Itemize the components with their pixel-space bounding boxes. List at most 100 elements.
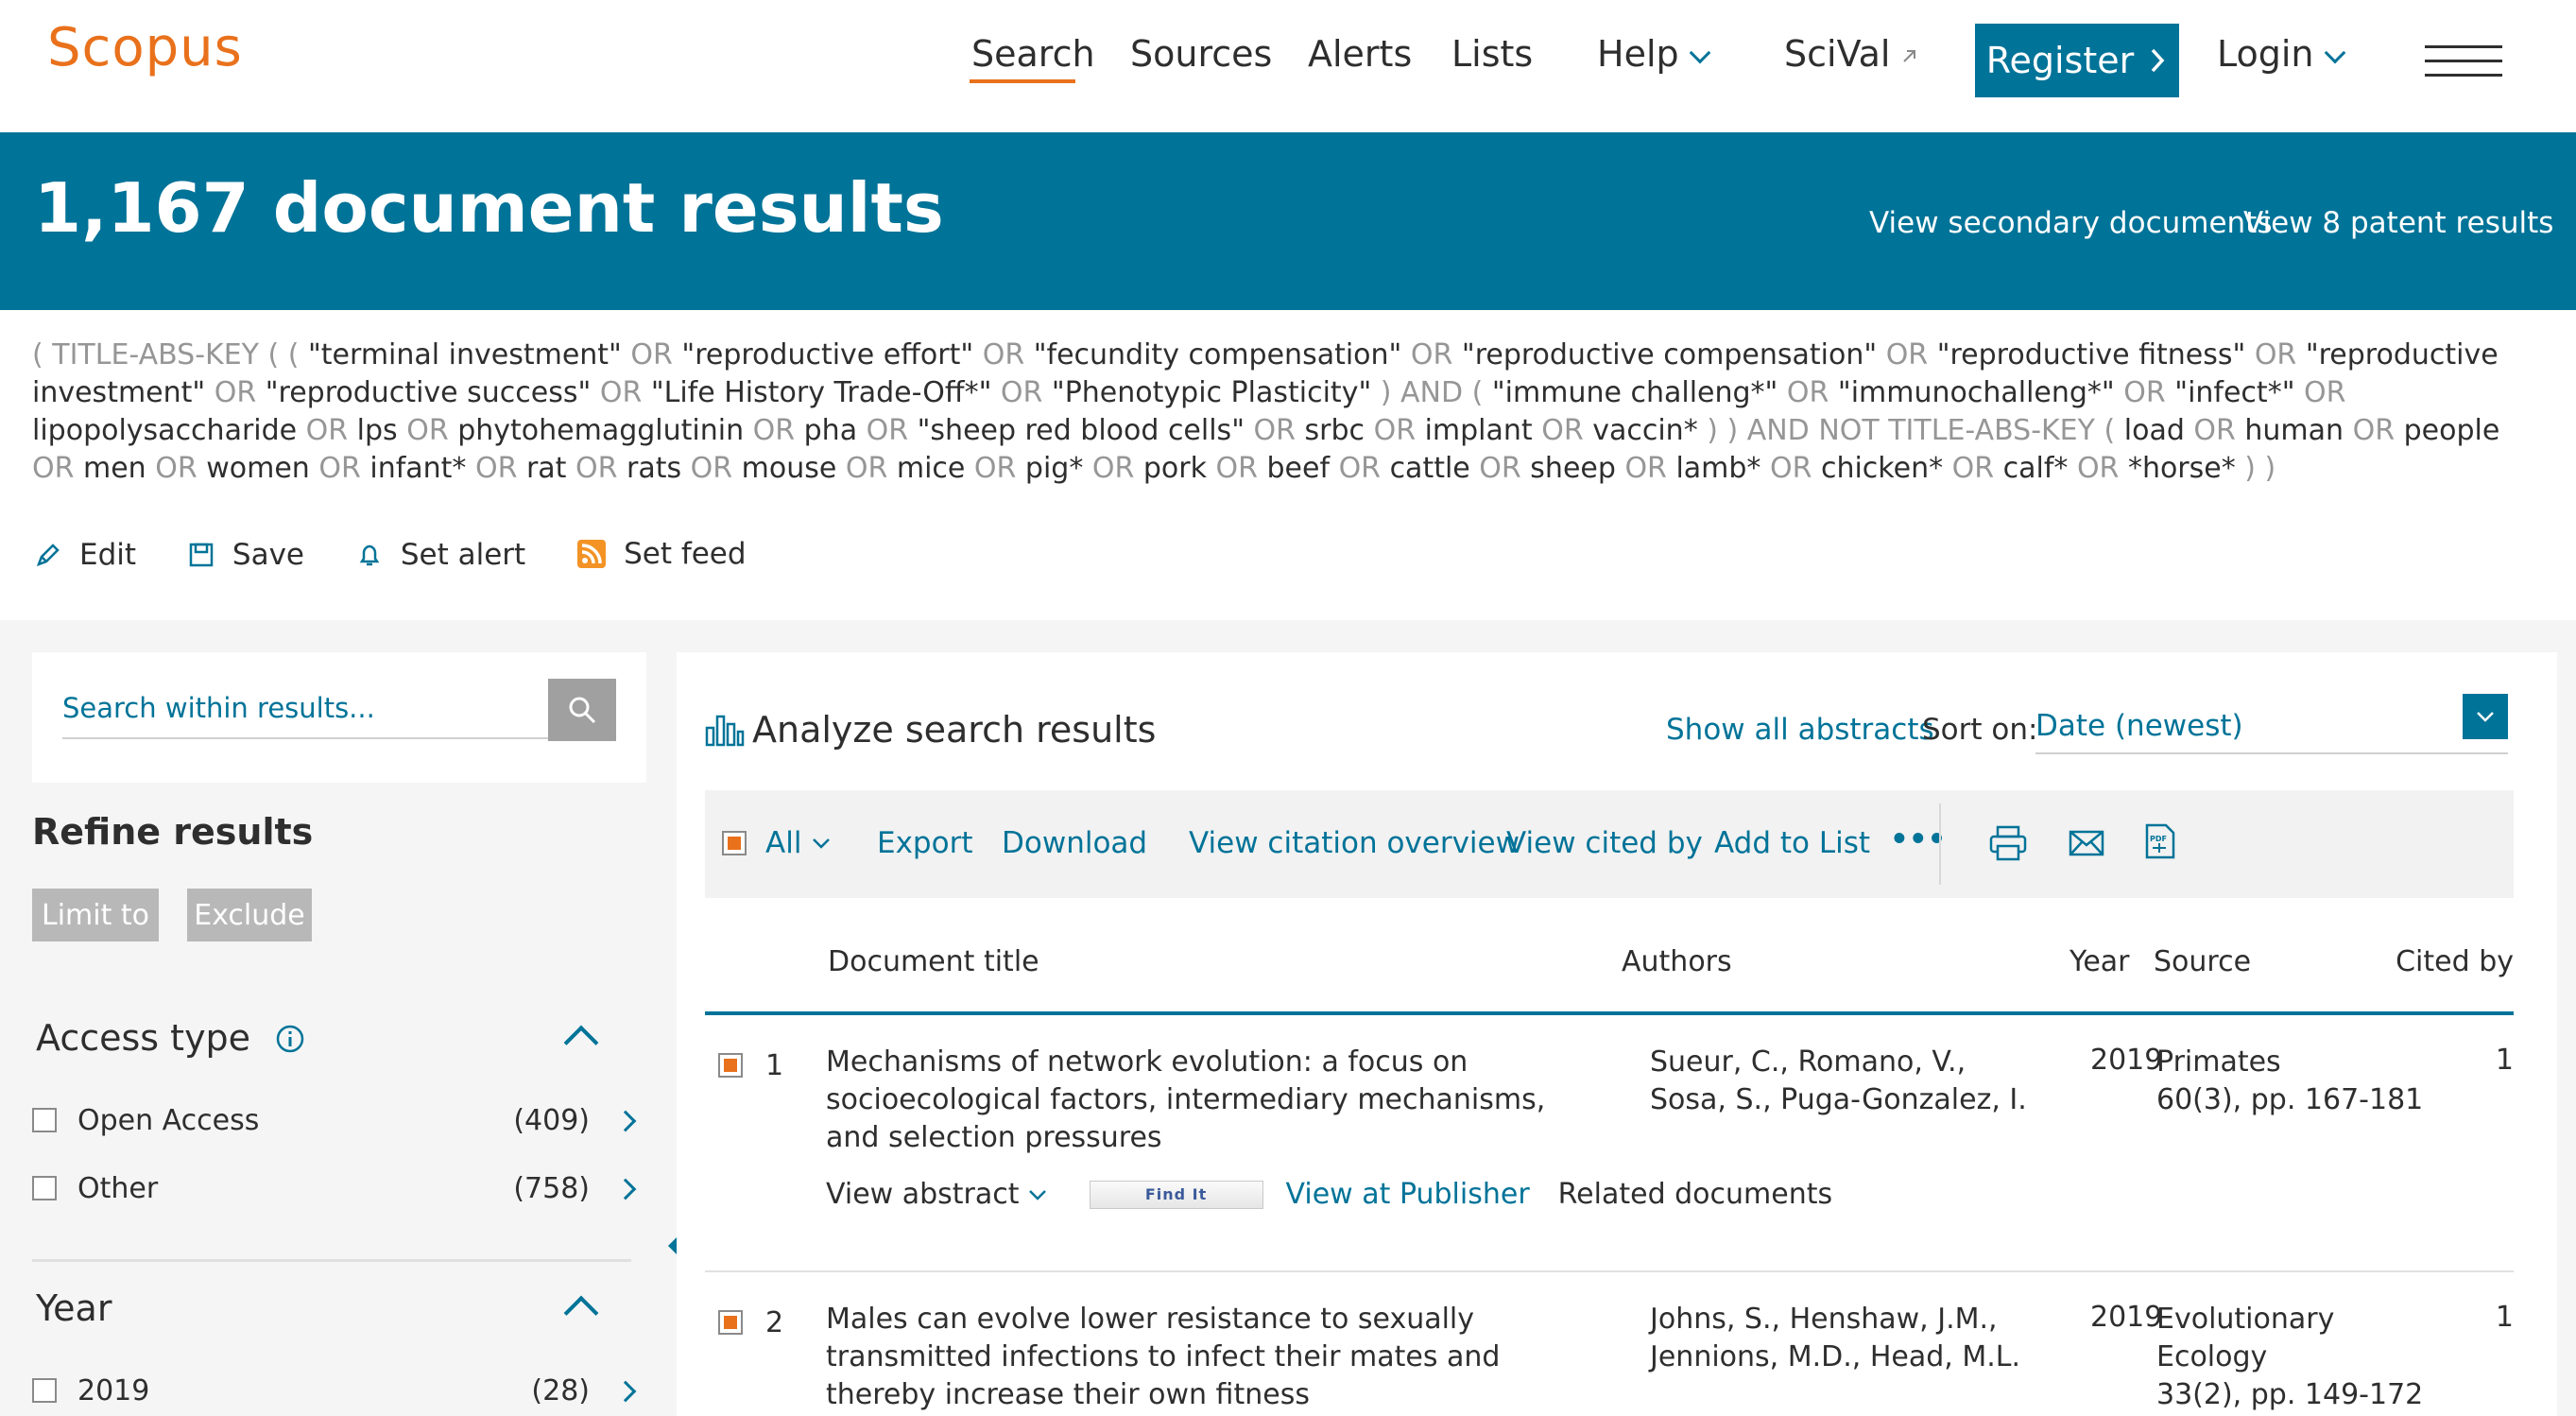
view-at-publisher-link[interactable]: View at Publisher (1286, 1178, 1530, 1211)
nav-login[interactable]: Login (2217, 33, 2345, 75)
set-alert-button[interactable]: Set alert (355, 538, 525, 572)
open-access-count: (409) (513, 1104, 590, 1137)
toolbar-divider (1939, 803, 1941, 885)
publication-year: 2019 (2090, 1301, 2163, 1334)
view-cited-by-button[interactable]: View cited by (1506, 826, 1703, 860)
chevron-right-icon[interactable] (614, 1178, 637, 1200)
register-button[interactable]: Register (1975, 24, 2179, 97)
sort-dropdown-button[interactable] (2463, 694, 2508, 739)
sort-value: Date (newest) (2035, 709, 2243, 743)
row-divider (705, 1270, 2514, 1272)
chevron-right-icon (2151, 48, 2165, 73)
view-secondary-documents-link[interactable]: View secondary documents (1869, 206, 2272, 240)
svg-text:PDF: PDF (2150, 835, 2167, 843)
source-title-link[interactable]: Evolutionary Ecology (2156, 1301, 2430, 1376)
year-2019-checkbox[interactable] (32, 1378, 57, 1403)
nav-active-underline (970, 79, 1075, 83)
row-checkbox[interactable] (718, 1310, 743, 1335)
other-checkbox[interactable] (32, 1176, 57, 1200)
facet-year-title: Year (36, 1287, 112, 1329)
show-all-abstracts-link[interactable]: Show all abstracts (1666, 713, 1934, 747)
select-all-checkbox[interactable] (722, 831, 747, 855)
nav-search[interactable]: Search (971, 33, 1095, 75)
authors-list[interactable]: Johns, S., Henshaw, J.M., Jennions, M.D.… (1650, 1301, 2047, 1376)
chevron-down-icon (2324, 42, 2345, 64)
info-icon[interactable] (275, 1024, 305, 1054)
chevron-right-icon[interactable] (614, 1110, 637, 1132)
nav-lists[interactable]: Lists (1451, 33, 1533, 75)
find-it-button[interactable]: Find It (1089, 1180, 1263, 1209)
row-checkbox[interactable] (718, 1053, 743, 1078)
add-to-list-button[interactable]: Add to List (1714, 826, 1870, 860)
facet-option-open-access[interactable]: Open Access (409) (32, 1102, 637, 1140)
scopus-logo[interactable]: Scopus (47, 17, 243, 78)
chevron-down-icon (2477, 712, 2494, 722)
more-options-button[interactable]: ••• (1890, 822, 1946, 856)
authors-list[interactable]: Sueur, C., Romano, V., Sosa, S., Puga-Go… (1650, 1044, 2047, 1119)
pdf-icon[interactable]: PDF (2143, 822, 2177, 860)
export-button[interactable]: Export (877, 826, 972, 860)
save-query-button[interactable]: Save (187, 538, 304, 572)
edit-query-button[interactable]: Edit (34, 538, 136, 572)
view-abstract-link[interactable]: View abstract (826, 1178, 1048, 1211)
search-within-button[interactable] (548, 679, 616, 741)
view-citation-overview-button[interactable]: View citation overview (1189, 826, 1520, 860)
facet-access-type-header[interactable]: Access type (36, 1017, 305, 1059)
open-access-checkbox[interactable] (32, 1108, 57, 1132)
source: Primates 60(3), pp. 167-181 (2156, 1044, 2430, 1119)
limit-to-button[interactable]: Limit to (32, 889, 159, 941)
search-icon (569, 697, 596, 724)
edit-label: Edit (79, 538, 137, 572)
results-toolbar: All Export Download View citation overvi… (705, 790, 2514, 898)
chevron-down-icon (1689, 42, 1710, 64)
facet-access-type-title: Access type (36, 1017, 251, 1059)
set-alert-label: Set alert (400, 538, 526, 572)
column-header-source[interactable]: Source (2154, 945, 2251, 978)
chevron-right-icon[interactable] (614, 1380, 637, 1403)
set-feed-button[interactable]: Set feed (576, 537, 747, 571)
select-all-dropdown[interactable]: All (722, 826, 832, 860)
download-button[interactable]: Download (1002, 826, 1147, 860)
row-links: View abstract Find It View at Publisher … (826, 1178, 1832, 1211)
open-access-label: Open Access (77, 1104, 260, 1137)
publication-year: 2019 (2090, 1044, 2163, 1077)
sort-select[interactable]: Date (newest) (2035, 696, 2508, 754)
column-header-cited-by[interactable]: Cited by (2396, 945, 2514, 978)
other-label: Other (77, 1172, 159, 1205)
view-patent-results-link[interactable]: View 8 patent results (2243, 206, 2553, 240)
bell-icon (359, 544, 380, 566)
search-within-input[interactable] (62, 679, 578, 739)
facet-year-header[interactable]: Year (36, 1287, 112, 1329)
analyze-search-results-link[interactable]: Analyze search results (705, 709, 1156, 751)
row-number: 1 (765, 1049, 784, 1082)
nav-alerts[interactable]: Alerts (1308, 33, 1412, 75)
save-label: Save (232, 538, 304, 572)
facet-option-year-2019[interactable]: 2019 (28) (32, 1373, 637, 1410)
nav-sources[interactable]: Sources (1130, 33, 1272, 75)
related-documents-link[interactable]: Related documents (1558, 1178, 1832, 1211)
view-abstract-label: View abstract (826, 1178, 1020, 1211)
document-title-link[interactable]: Males can evolve lower resistance to sex… (826, 1301, 1601, 1414)
column-header-year[interactable]: Year (2069, 945, 2130, 978)
column-header-document-title[interactable]: Document title (828, 945, 1039, 978)
year-2019-label: 2019 (77, 1374, 150, 1407)
hamburger-menu-icon[interactable] (2425, 45, 2502, 78)
table-row: 1 Mechanisms of network evolution: a foc… (705, 1044, 2514, 1261)
source-title-link[interactable]: Primates (2156, 1044, 2430, 1081)
email-icon[interactable] (2068, 828, 2105, 858)
results-banner: 1,167 document results View secondary do… (0, 132, 2576, 310)
rss-feed-icon (577, 540, 607, 568)
source: Evolutionary Ecology 33(2), pp. 149-172 (2156, 1301, 2430, 1414)
search-query-string: ( TITLE-ABS-KEY ( ( "terminal investment… (32, 338, 2500, 485)
print-icon[interactable] (1988, 824, 2028, 862)
refine-results-title: Refine results (32, 811, 314, 853)
nav-help[interactable]: Help (1597, 33, 1710, 75)
cited-by-count[interactable]: 1 (2496, 1044, 2514, 1077)
nav-scival[interactable]: SciVal (1784, 33, 1920, 75)
other-count: (758) (513, 1172, 590, 1205)
cited-by-count[interactable]: 1 (2496, 1301, 2514, 1334)
column-header-authors[interactable]: Authors (1622, 945, 1732, 978)
document-title-link[interactable]: Mechanisms of network evolution: a focus… (826, 1044, 1601, 1157)
exclude-button[interactable]: Exclude (187, 889, 312, 941)
facet-option-other[interactable]: Other (758) (32, 1170, 637, 1208)
